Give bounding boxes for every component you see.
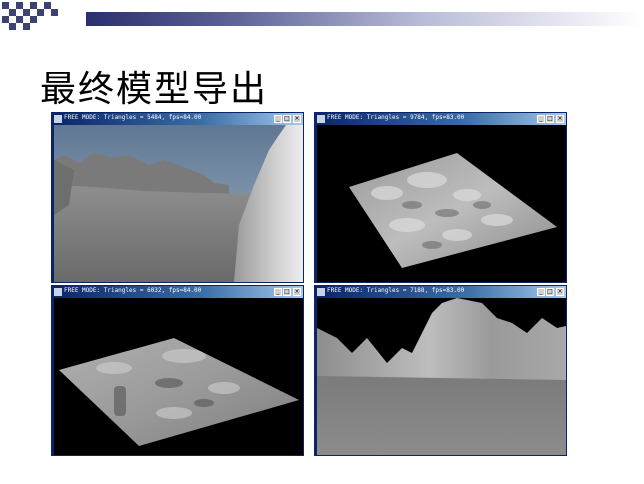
close-button[interactable]: × — [556, 288, 564, 296]
maximize-button[interactable]: □ — [546, 115, 554, 123]
terrain-render — [317, 125, 566, 282]
minimize-button[interactable]: _ — [274, 288, 282, 296]
close-button[interactable]: × — [556, 115, 564, 123]
terrain-viewport[interactable] — [317, 298, 566, 455]
terrain-render — [54, 298, 303, 455]
close-button[interactable]: × — [293, 288, 301, 296]
window-title: FREE MODE: Triangles = 9784, fps=83.00 — [327, 114, 465, 121]
maximize-button[interactable]: □ — [283, 115, 291, 123]
render-window-4: FREE MODE: Triangles = 7188, fps=83.00 _… — [314, 285, 567, 456]
app-icon — [317, 288, 325, 296]
render-window-2: FREE MODE: Triangles = 9784, fps=83.00 _… — [314, 112, 567, 283]
terrain-viewport[interactable] — [54, 298, 303, 455]
app-icon — [54, 115, 62, 123]
slide: 最终模型导出 FREE MODE: Triangles = 5484, fps=… — [0, 0, 644, 484]
window-titlebar: FREE MODE: Triangles = 5484, fps=84.00 _… — [52, 113, 303, 125]
slide-title: 最终模型导出 — [40, 69, 269, 110]
close-button[interactable]: × — [293, 115, 301, 123]
window-title: FREE MODE: Triangles = 5484, fps=84.00 — [64, 114, 202, 121]
app-icon — [54, 288, 62, 296]
window-title: FREE MODE: Triangles = 6032, fps=84.00 — [64, 287, 202, 294]
terrain-render — [54, 125, 303, 282]
window-titlebar: FREE MODE: Triangles = 6032, fps=84.00 _… — [52, 286, 303, 298]
terrain-viewport[interactable] — [54, 125, 303, 282]
window-title: FREE MODE: Triangles = 7188, fps=83.00 — [327, 287, 465, 294]
minimize-button[interactable]: _ — [537, 115, 545, 123]
maximize-button[interactable]: □ — [283, 288, 291, 296]
minimize-button[interactable]: _ — [274, 115, 282, 123]
terrain-render — [317, 298, 566, 455]
minimize-button[interactable]: _ — [537, 288, 545, 296]
terrain-viewport[interactable] — [317, 125, 566, 282]
render-window-3: FREE MODE: Triangles = 6032, fps=84.00 _… — [51, 285, 304, 456]
header-bar — [86, 12, 642, 26]
window-titlebar: FREE MODE: Triangles = 9784, fps=83.00 _… — [315, 113, 566, 125]
window-titlebar: FREE MODE: Triangles = 7188, fps=83.00 _… — [315, 286, 566, 298]
app-icon — [317, 115, 325, 123]
maximize-button[interactable]: □ — [546, 288, 554, 296]
render-window-1: FREE MODE: Triangles = 5484, fps=84.00 _… — [51, 112, 304, 283]
checker-decoration — [2, 2, 58, 30]
